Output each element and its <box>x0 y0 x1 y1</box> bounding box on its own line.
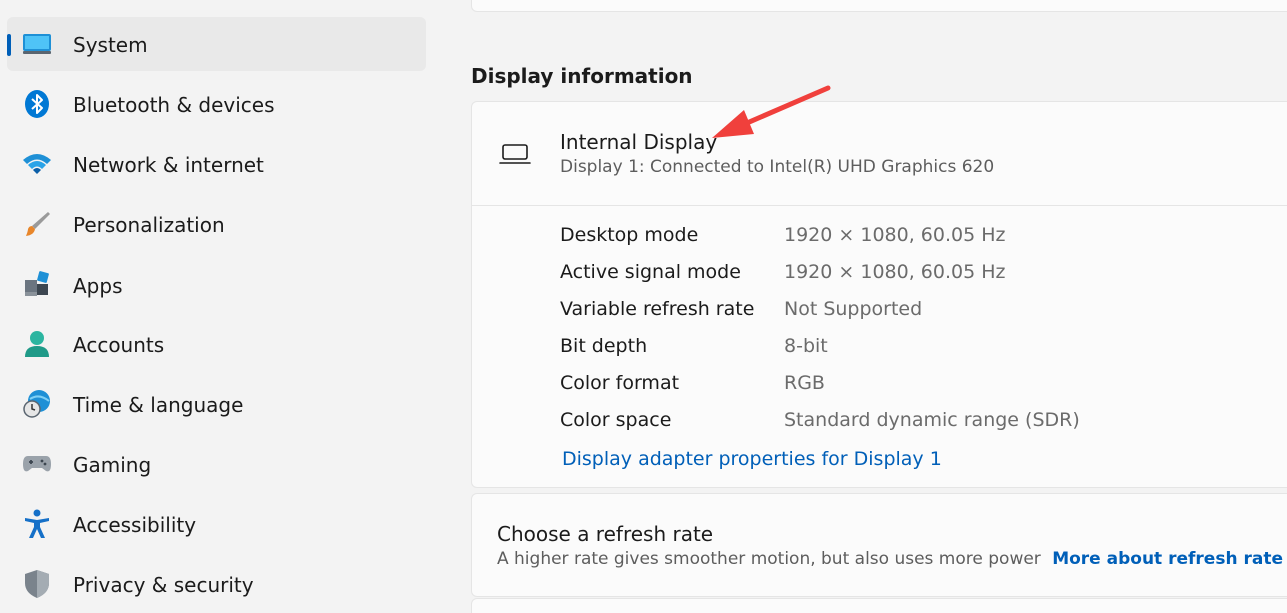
section-title: Display information <box>471 64 693 88</box>
refresh-rate-title: Choose a refresh rate <box>497 522 714 546</box>
previous-settings-card <box>471 0 1287 12</box>
sidebar-item-label: Apps <box>73 274 123 298</box>
wifi-icon <box>22 149 52 179</box>
bluetooth-icon <box>22 89 52 119</box>
more-about-refresh-rate-link[interactable]: More about refresh rate <box>1052 549 1283 569</box>
info-label: Color format <box>560 372 680 394</box>
info-value: 1920 × 1080, 60.05 Hz <box>784 224 1006 246</box>
account-icon <box>22 329 52 359</box>
sidebar-item-label: Accessibility <box>73 513 197 537</box>
next-settings-card <box>471 598 1287 613</box>
sidebar-item-system[interactable]: System <box>7 17 426 71</box>
sidebar-item-accounts[interactable]: Accounts <box>7 317 426 371</box>
sidebar-item-label: Privacy & security <box>73 573 254 597</box>
globe-clock-icon <box>22 389 52 419</box>
annotation-arrow-icon <box>712 85 831 138</box>
sidebar-item-label: Bluetooth & devices <box>73 93 275 117</box>
sidebar-item-personalization[interactable]: Personalization <box>7 197 426 251</box>
display-title: Internal Display <box>560 130 718 154</box>
display-subtitle: Display 1: Connected to Intel(R) UHD Gra… <box>560 157 995 177</box>
shield-icon <box>22 569 52 599</box>
sidebar: System Bluetooth & devices Network & int… <box>0 0 440 613</box>
laptop-icon <box>499 143 531 169</box>
sidebar-item-label: Accounts <box>73 333 165 357</box>
sidebar-item-label: Network & internet <box>73 153 264 177</box>
system-icon <box>22 29 52 59</box>
selection-indicator <box>7 34 11 56</box>
info-value: Standard dynamic range (SDR) <box>784 409 1080 431</box>
brush-icon <box>22 209 52 239</box>
display-adapter-properties-link[interactable]: Display adapter properties for Display 1 <box>562 448 942 470</box>
info-label: Bit depth <box>560 335 648 357</box>
sidebar-item-time-language[interactable]: Time & language <box>7 377 426 431</box>
info-label: Color space <box>560 409 672 431</box>
accessibility-icon <box>22 509 52 539</box>
sidebar-item-label: System <box>73 33 148 57</box>
divider <box>472 205 1287 206</box>
sidebar-item-gaming[interactable]: Gaming <box>7 437 426 491</box>
sidebar-item-accessibility[interactable]: Accessibility <box>7 497 426 551</box>
info-label: Variable refresh rate <box>560 298 755 320</box>
gamepad-icon <box>22 449 52 479</box>
apps-icon <box>22 269 52 299</box>
refresh-rate-description-text: A higher rate gives smoother motion, but… <box>497 549 1041 569</box>
sidebar-item-label: Personalization <box>73 213 225 237</box>
info-value: RGB <box>784 372 825 394</box>
sidebar-item-label: Time & language <box>73 393 244 417</box>
sidebar-item-bluetooth[interactable]: Bluetooth & devices <box>7 77 426 131</box>
sidebar-item-privacy-security[interactable]: Privacy & security <box>7 557 426 611</box>
info-label: Active signal mode <box>560 261 741 283</box>
sidebar-item-network[interactable]: Network & internet <box>7 137 426 191</box>
info-value: Not Supported <box>784 298 923 320</box>
info-value: 1920 × 1080, 60.05 Hz <box>784 261 1006 283</box>
sidebar-item-apps[interactable]: Apps <box>7 257 426 311</box>
info-label: Desktop mode <box>560 224 699 246</box>
sidebar-item-label: Gaming <box>73 453 152 477</box>
refresh-rate-description: A higher rate gives smoother motion, but… <box>497 549 1283 569</box>
info-value: 8-bit <box>784 335 828 357</box>
